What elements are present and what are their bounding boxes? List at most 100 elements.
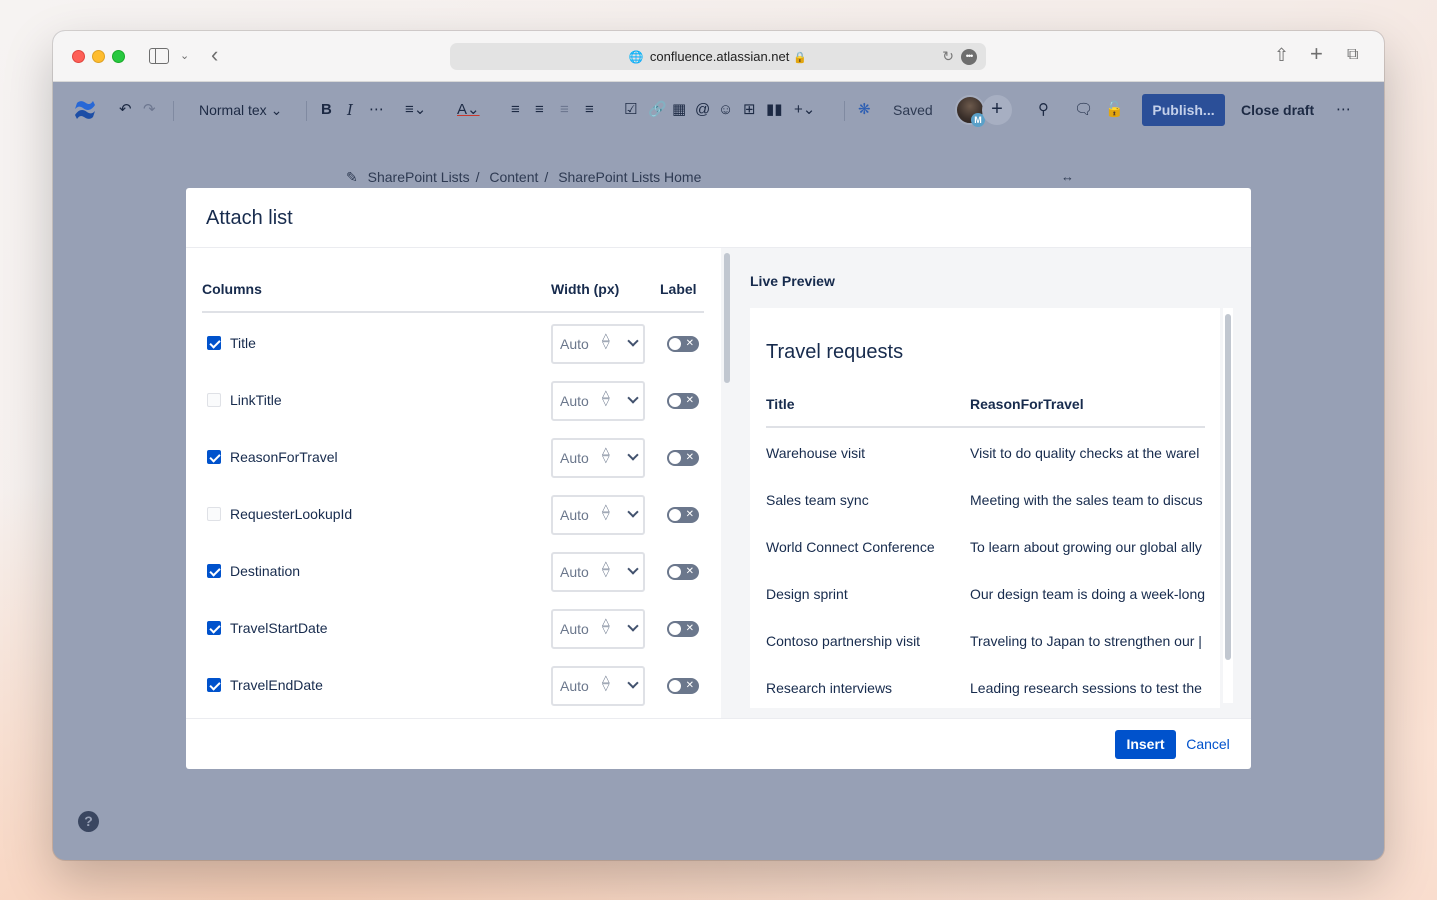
chevron-down-icon[interactable]: [627, 392, 639, 404]
task-icon[interactable]: ☑: [624, 82, 637, 138]
breadcrumb-item[interactable]: SharePoint Lists: [368, 169, 470, 185]
chevron-down-icon[interactable]: [627, 449, 639, 461]
close-draft-button[interactable]: Close draft: [1241, 82, 1314, 138]
new-tab-icon[interactable]: +: [1310, 43, 1323, 65]
more-icon[interactable]: •••: [961, 49, 977, 65]
layout-icon[interactable]: ▮▮: [766, 82, 783, 138]
width-value: Auto: [560, 564, 589, 580]
address-bar[interactable]: 🌐 confluence.atlassian.net 🔒 ↻ •••: [450, 43, 986, 70]
minimize-window-button[interactable]: [92, 50, 105, 63]
text-style-dropdown[interactable]: Normal tex ⌄: [199, 82, 282, 138]
mention-icon[interactable]: @: [695, 82, 710, 138]
confluence-logo[interactable]: [73, 98, 97, 122]
label-toggle[interactable]: ✕: [667, 393, 699, 409]
label-toggle[interactable]: ✕: [667, 507, 699, 523]
stepper-icon[interactable]: △ ▽: [602, 504, 610, 522]
label-toggle[interactable]: ✕: [667, 336, 699, 352]
label-toggle[interactable]: ✕: [667, 450, 699, 466]
bold-icon[interactable]: B: [321, 82, 332, 138]
stepper-icon[interactable]: △ ▽: [602, 675, 610, 693]
columns-scrollbar[interactable]: [721, 248, 733, 718]
column-checkbox[interactable]: [207, 336, 221, 350]
width-input[interactable]: Auto △ ▽: [551, 495, 645, 535]
width-input[interactable]: Auto △ ▽: [551, 381, 645, 421]
width-input[interactable]: Auto △ ▽: [551, 609, 645, 649]
chevron-down-icon[interactable]: [627, 563, 639, 575]
more-actions-icon[interactable]: ⋯: [1336, 82, 1351, 138]
preview-scrollbar[interactable]: [1223, 308, 1233, 703]
close-icon: ✕: [685, 395, 694, 406]
column-checkbox[interactable]: [207, 507, 221, 521]
share-icon[interactable]: ⇧: [1274, 45, 1289, 65]
sidebar-toggle-icon[interactable]: [149, 48, 169, 64]
undo-icon[interactable]: ↶: [119, 82, 132, 138]
chevron-down-icon[interactable]: ⌄: [180, 46, 189, 66]
stepper-icon[interactable]: △ ▽: [602, 390, 610, 408]
tab-overview-icon[interactable]: ⧉: [1347, 45, 1358, 65]
scrollbar-thumb[interactable]: [1225, 314, 1231, 660]
breadcrumb-item[interactable]: SharePoint Lists Home: [558, 169, 701, 185]
columns-panel: Columns Width (px) Label Title Auto △ ▽ ✕: [186, 248, 720, 718]
label-toggle[interactable]: ✕: [667, 621, 699, 637]
invite-collaborator-button[interactable]: +: [982, 95, 1012, 125]
numbered-list-icon[interactable]: ≡: [535, 82, 544, 138]
stepper-icon[interactable]: △ ▽: [602, 333, 610, 351]
more-formatting-icon[interactable]: ⋯: [369, 82, 384, 138]
help-icon[interactable]: ?: [78, 811, 99, 832]
width-input[interactable]: Auto △ ▽: [551, 552, 645, 592]
label-toggle[interactable]: ✕: [667, 678, 699, 694]
close-icon: ✕: [685, 452, 694, 463]
table-icon[interactable]: ⊞: [743, 82, 756, 138]
indent-icon[interactable]: ≡: [585, 82, 594, 138]
insert-button[interactable]: Insert: [1115, 730, 1176, 759]
width-input[interactable]: Auto △ ▽: [551, 666, 645, 706]
chevron-down-icon[interactable]: [627, 677, 639, 689]
image-icon[interactable]: ▦: [672, 82, 686, 138]
stepper-icon[interactable]: △ ▽: [602, 561, 610, 579]
zoom-window-button[interactable]: [112, 50, 125, 63]
text-color-icon[interactable]: A⌄: [457, 82, 480, 138]
column-checkbox[interactable]: [207, 621, 221, 635]
label-toggle[interactable]: ✕: [667, 564, 699, 580]
comment-icon[interactable]: 🗨: [1074, 82, 1093, 138]
close-window-button[interactable]: [72, 50, 85, 63]
back-icon[interactable]: ‹: [211, 44, 218, 66]
full-width-toggle-icon[interactable]: ↔: [1061, 169, 1074, 184]
column-checkbox[interactable]: [207, 450, 221, 464]
bullet-list-icon[interactable]: ≡: [511, 82, 520, 138]
close-icon: ✕: [685, 338, 694, 349]
chevron-down-icon[interactable]: [627, 335, 639, 347]
link-icon[interactable]: 🔗: [648, 82, 667, 138]
column-checkbox[interactable]: [207, 393, 221, 407]
column-checkbox[interactable]: [207, 678, 221, 692]
toggle-knob: [669, 338, 681, 350]
table-cell: World Connect Conference: [766, 539, 935, 555]
attach-list-dialog: Attach list Columns Width (px) Label Tit…: [186, 188, 1251, 769]
width-input[interactable]: Auto △ ▽: [551, 438, 645, 478]
scrollbar-thumb[interactable]: [724, 253, 730, 383]
chevron-down-icon[interactable]: [627, 620, 639, 632]
columns-list: Title Auto △ ▽ ✕ LinkTitle Auto △ ▽ ✕ Re…: [202, 324, 704, 718]
cancel-button[interactable]: Cancel: [1182, 730, 1234, 759]
breadcrumb-item[interactable]: Content: [489, 169, 538, 185]
width-value: Auto: [560, 336, 589, 352]
publish-button[interactable]: Publish...: [1142, 94, 1225, 126]
column-checkbox[interactable]: [207, 564, 221, 578]
restrictions-icon[interactable]: 🔓: [1105, 82, 1124, 138]
reload-icon[interactable]: ↻: [942, 43, 954, 70]
chevron-down-icon[interactable]: [627, 506, 639, 518]
width-input[interactable]: Auto △ ▽: [551, 324, 645, 364]
outdent-icon[interactable]: ≡: [560, 82, 569, 138]
stepper-icon[interactable]: △ ▽: [602, 447, 610, 465]
width-value: Auto: [560, 450, 589, 466]
italic-icon[interactable]: I: [347, 82, 353, 138]
table-cell: Our design team is doing a week-long: [970, 586, 1205, 602]
redo-icon[interactable]: ↷: [143, 82, 156, 138]
align-icon[interactable]: ≡⌄: [405, 82, 426, 138]
stepper-icon[interactable]: △ ▽: [602, 618, 610, 636]
width-value: Auto: [560, 678, 589, 694]
search-icon[interactable]: ⚲: [1038, 82, 1049, 138]
column-name: ReasonForTravel: [230, 449, 338, 465]
emoji-icon[interactable]: ☺: [718, 82, 733, 138]
insert-more-icon[interactable]: +⌄: [794, 82, 815, 138]
